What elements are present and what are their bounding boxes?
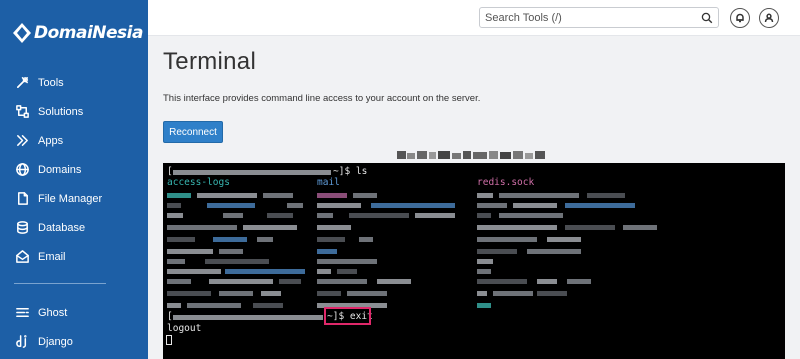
sidebar-item-label: Email [38, 250, 66, 263]
top-bar [148, 0, 800, 36]
search-icon[interactable] [701, 12, 713, 24]
terminal-output-logout: logout [167, 323, 202, 334]
apps-icon [14, 133, 30, 149]
sidebar-item-label: Database [38, 221, 86, 234]
page-title: Terminal [163, 48, 257, 75]
redacted-hostname [173, 170, 331, 175]
sidebar-divider [14, 283, 106, 284]
search-input[interactable] [485, 10, 695, 26]
sidebar-item-label: Tools [38, 76, 64, 89]
sidebar-item-django[interactable]: Django [0, 327, 148, 356]
sidebar-item-domains[interactable]: Domains [0, 155, 148, 184]
sidebar-item-label: Ghost [38, 306, 68, 319]
terminal-cursor [166, 335, 172, 345]
brand-logo[interactable]: DomaiNesia [12, 22, 143, 44]
sidebar-item-label: File Manager [38, 192, 103, 205]
sidebar-item-file-manager[interactable]: File Manager [0, 184, 148, 213]
sidebar-item-apps[interactable]: Apps [0, 126, 148, 155]
sidebar-item-email[interactable]: Email [0, 242, 148, 271]
page-description: This interface provides command line acc… [163, 93, 481, 104]
sidebar-nav: Tools Solutions Apps Domains File Manage… [0, 68, 148, 271]
ghost-icon [14, 305, 30, 321]
solutions-icon [14, 104, 30, 120]
file-icon [14, 191, 30, 207]
globe-icon [14, 162, 30, 178]
database-icon [14, 220, 30, 236]
notifications-button[interactable] [730, 8, 750, 28]
email-icon [14, 249, 30, 265]
domainesia-logo-icon [13, 23, 31, 43]
tools-icon [14, 75, 30, 91]
exit-highlight-box [324, 307, 371, 325]
redacted-server-label [397, 151, 545, 159]
sidebar: DomaiNesia Tools Solutions Apps Domains [0, 0, 148, 359]
django-icon [14, 334, 30, 350]
brand-name: DomaiNesia [34, 23, 143, 43]
user-account-button[interactable] [759, 8, 779, 28]
dir-mail: mail [317, 177, 340, 188]
sidebar-item-solutions[interactable]: Solutions [0, 97, 148, 126]
sidebar-item-database[interactable]: Database [0, 213, 148, 242]
redacted-hostname [173, 315, 323, 320]
sidebar-item-ghost[interactable]: Ghost [0, 298, 148, 327]
user-icon [764, 13, 774, 23]
sidebar-item-tools[interactable]: Tools [0, 68, 148, 97]
terminal-window[interactable]: [ ~]$ ls access-logs mail redis.sock [~… [163, 163, 785, 359]
search-box [479, 7, 719, 28]
file-redis-sock: redis.sock [477, 177, 535, 188]
dir-access-logs: access-logs [167, 177, 230, 188]
sidebar-item-label: Domains [38, 163, 82, 176]
terminal-prompt-open: [ [167, 311, 173, 322]
bell-icon [736, 13, 744, 23]
reconnect-button[interactable]: Reconnect [163, 121, 223, 143]
sidebar-item-label: Apps [38, 134, 64, 147]
sidebar-item-label: Django [38, 335, 73, 348]
sidebar-item-label: Solutions [38, 105, 84, 118]
sidebar-apps-nav: Ghost Django [0, 298, 148, 356]
